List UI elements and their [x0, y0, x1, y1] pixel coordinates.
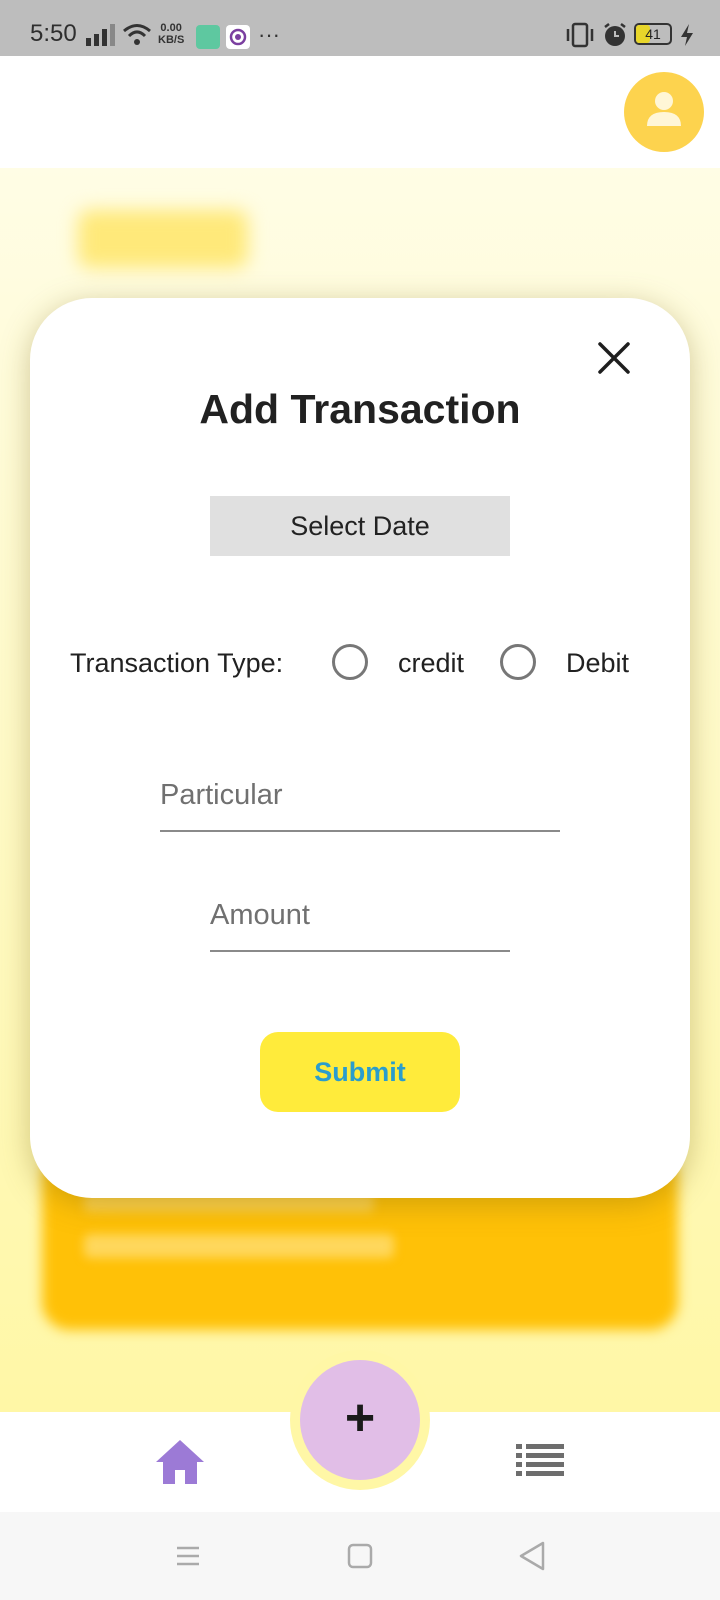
close-icon[interactable]	[596, 340, 632, 376]
submit-button[interactable]: Submit	[260, 1032, 460, 1112]
app-notification-icon	[196, 25, 220, 49]
transaction-type-label: Transaction Type:	[70, 648, 284, 678]
amount-input[interactable]	[210, 880, 510, 952]
square-home-icon[interactable]	[346, 1542, 374, 1570]
alarm-icon	[604, 23, 626, 46]
status-bar: 5:50 0.00 KB/S ··· 41	[0, 0, 720, 56]
dialog-title: Add Transaction	[199, 386, 521, 432]
debit-radio-label[interactable]: Debit	[566, 648, 629, 679]
home-icon[interactable]	[154, 1438, 206, 1486]
status-time: 5:50	[30, 20, 77, 47]
blurred-card-line	[84, 1234, 394, 1258]
person-icon	[647, 92, 681, 126]
list-icon[interactable]	[516, 1442, 564, 1478]
app-header	[0, 56, 720, 168]
app-notification-icon	[226, 25, 250, 49]
credit-radio-label[interactable]: credit	[398, 648, 464, 679]
more-dots-icon: ···	[258, 22, 280, 47]
system-navigation-bar	[0, 1512, 720, 1600]
add-transaction-fab[interactable]: +	[300, 1360, 420, 1480]
select-date-button[interactable]: Select Date	[210, 496, 510, 556]
menu-icon[interactable]	[174, 1542, 202, 1570]
blurred-greeting	[78, 210, 248, 268]
plus-icon: +	[344, 1389, 376, 1447]
network-speed: 0.00 KB/S	[158, 22, 184, 46]
battery-percent: 41	[645, 26, 661, 42]
debit-radio[interactable]	[500, 644, 536, 680]
profile-avatar[interactable]	[624, 72, 704, 152]
charging-icon	[681, 24, 693, 46]
credit-radio[interactable]	[332, 644, 368, 680]
signal-icon	[86, 24, 115, 46]
wifi-icon	[123, 24, 151, 45]
network-speed-unit: KB/S	[158, 34, 185, 46]
back-triangle-icon[interactable]	[518, 1540, 546, 1572]
particular-input[interactable]	[160, 760, 560, 832]
vibrate-icon	[566, 22, 594, 48]
network-speed-value: 0.00	[160, 22, 182, 34]
battery-icon: 41	[634, 23, 672, 45]
add-transaction-dialog: Add Transaction Select Date Transaction …	[30, 298, 690, 1198]
